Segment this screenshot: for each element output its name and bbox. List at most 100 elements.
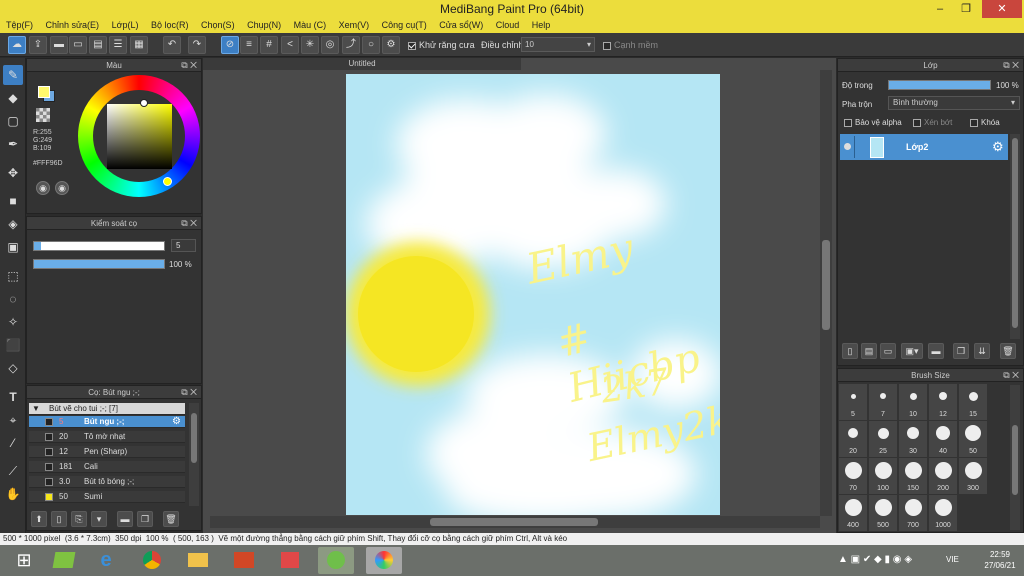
brush-size-preset[interactable]: 100	[869, 458, 897, 494]
brush-size-preset[interactable]: 70	[839, 458, 867, 494]
chat-icon[interactable]: ▬	[50, 36, 68, 54]
blend-mode-select[interactable]: Bình thường ▾	[888, 96, 1020, 110]
brush-opacity-slider[interactable]	[33, 259, 165, 269]
layer-opacity-slider[interactable]	[888, 80, 991, 90]
clock[interactable]: 22:59 27/06/21	[980, 549, 1020, 571]
folder-icon[interactable]: ▬	[117, 511, 133, 527]
presentation-app-icon[interactable]	[226, 547, 262, 574]
brush-settings-icon[interactable]: ⚙	[172, 416, 181, 428]
brush-list-item[interactable]: 20 Tô mờ nhạt	[29, 431, 185, 443]
brush-size-value[interactable]: 5	[171, 239, 196, 252]
export-icon[interactable]: ⇪	[29, 36, 47, 54]
layer-add-menu-icon[interactable]: ▣▾	[901, 343, 923, 359]
no-snap-icon[interactable]: ⊘	[221, 36, 239, 54]
brush-size-preset[interactable]: 40	[929, 421, 957, 457]
transparent-swatch[interactable]	[36, 108, 50, 122]
layer-settings-icon[interactable]: ⚙	[992, 139, 1004, 155]
select-eraser-tool-icon[interactable]: ◇	[3, 358, 23, 378]
layer-row[interactable]: Lớp2 ⚙	[840, 134, 1008, 160]
brush-group-icon[interactable]: ▾	[91, 511, 107, 527]
layer-scrollbar[interactable]	[1010, 134, 1020, 339]
brush-size-preset[interactable]: 50	[959, 421, 987, 457]
saturation-value-square[interactable]	[107, 104, 172, 169]
trash-icon[interactable]: 🗑	[163, 511, 179, 527]
text-tool-icon[interactable]: T	[3, 387, 23, 407]
foreground-color-swatch[interactable]	[38, 86, 50, 98]
windows-start-icon[interactable]: ⊞	[6, 547, 42, 574]
minimize-button[interactable]: –	[928, 0, 952, 18]
menu-tools[interactable]: Công cụ(T)	[376, 18, 427, 30]
duplicate-icon[interactable]: ❐	[137, 511, 153, 527]
soft-edge-checkbox[interactable]	[603, 41, 611, 50]
menu-view[interactable]: Xem(V)	[333, 18, 370, 30]
menu-window[interactable]: Cửa sổ(W)	[433, 18, 483, 30]
bucket-tool-icon[interactable]: ◈	[3, 214, 23, 234]
bluestacks-icon[interactable]	[46, 547, 82, 574]
layer-folder-icon[interactable]: ▬	[928, 343, 944, 359]
menu-help[interactable]: Help	[526, 18, 551, 30]
new-layer-1bit-icon[interactable]: ▭	[880, 343, 896, 359]
lasso-tool-icon[interactable]: ◌	[3, 289, 23, 309]
brush-list-item[interactable]: 50 Sumi	[29, 491, 185, 503]
layer-delete-icon[interactable]: 🗑	[1000, 343, 1016, 359]
collapse-icon[interactable]: ▼	[32, 403, 40, 415]
brush-list-item[interactable]: 181 Cali	[29, 461, 185, 473]
brush-size-preset[interactable]: 500	[869, 495, 897, 531]
adjust-select[interactable]: 10 ▾	[521, 37, 595, 52]
color-marker[interactable]	[163, 177, 172, 186]
new-layer-8bit-icon[interactable]: ▤	[861, 343, 877, 359]
brush-size-preset[interactable]: 10	[899, 384, 927, 420]
brush-add-icon[interactable]: ⬆	[31, 511, 47, 527]
circle-snap-icon[interactable]: ○	[362, 36, 380, 54]
move-tool-icon[interactable]: ✥	[3, 163, 23, 183]
close-icon[interactable]: ⧉ ✕	[181, 59, 197, 72]
hue-marker[interactable]	[140, 99, 148, 107]
input-language[interactable]: VIE	[946, 555, 959, 564]
close-icon[interactable]: ⧉ ✕	[1003, 59, 1019, 72]
drawing-canvas[interactable]: Elmy # Hiicbp 2k7 Elmy2k7	[346, 74, 720, 515]
antialias-checkbox[interactable]	[408, 41, 416, 50]
curve-snap-icon[interactable]: ⤴	[342, 36, 360, 54]
select-rect-tool-icon[interactable]: ⬚	[3, 266, 23, 286]
menu-edit[interactable]: Chỉnh sửa(E)	[40, 18, 100, 30]
game-app-icon[interactable]	[272, 547, 308, 574]
parallel-snap-icon[interactable]: ≡	[240, 36, 258, 54]
divide-tool-icon[interactable]: ⁄	[3, 433, 23, 453]
green-app-icon[interactable]	[318, 547, 354, 574]
brush-new-icon[interactable]: ▯	[51, 511, 67, 527]
close-icon[interactable]: ⧉ ✕	[1003, 369, 1019, 382]
brush-list-item[interactable]: 3.0 Bút tô bóng ;-;	[29, 476, 185, 488]
brush-size-preset[interactable]: 12	[929, 384, 957, 420]
canvas-horizontal-scrollbar[interactable]	[210, 516, 820, 528]
internet-explorer-icon[interactable]: e	[88, 547, 124, 574]
brush-copy-icon[interactable]: ⎘	[71, 511, 87, 527]
eyedropper-tool-icon[interactable]: ⟋	[3, 461, 23, 481]
magic-wand-tool-icon[interactable]: ✧	[3, 312, 23, 332]
rectangle-tool-icon[interactable]: ▢	[3, 111, 23, 131]
brush-size-preset[interactable]: 5	[839, 384, 867, 420]
soft-edge-toggle[interactable]: Cạnh mềm	[603, 40, 658, 50]
select-pen-tool-icon[interactable]: ⬛	[3, 335, 23, 355]
close-button[interactable]: ✕	[982, 0, 1022, 18]
palette-add-icon[interactable]: ◉	[55, 181, 69, 195]
brush-size-scrollbar[interactable]	[1010, 385, 1020, 530]
brush-list-item[interactable]: 12 Pen (Sharp)	[29, 446, 185, 458]
close-icon[interactable]: ⧉ ✕	[181, 217, 197, 230]
brush-size-preset[interactable]: 7	[869, 384, 897, 420]
document-icon[interactable]: ▤	[89, 36, 107, 54]
canvas-vertical-scrollbar[interactable]	[820, 70, 832, 516]
clipping-toggle[interactable]: Xén bớt	[913, 118, 952, 127]
menu-cloud[interactable]: Cloud	[490, 18, 520, 30]
brush-list-item[interactable]: 5 Bút ngu ;-; ⚙	[29, 416, 185, 428]
lock-checkbox[interactable]	[970, 118, 978, 127]
clipping-checkbox[interactable]	[913, 118, 921, 127]
radial-snap-icon[interactable]: ✳	[301, 36, 319, 54]
crosshatch-snap-icon[interactable]: #	[260, 36, 278, 54]
brush-size-preset[interactable]: 150	[899, 458, 927, 494]
protect-alpha-toggle[interactable]: Bảo vệ alpha	[844, 118, 902, 127]
brush-size-preset[interactable]: 700	[899, 495, 927, 531]
pen-tool-icon[interactable]: ✒	[3, 134, 23, 154]
medibang-taskbar-icon[interactable]	[366, 547, 402, 574]
menu-file[interactable]: Tệp(F)	[0, 18, 33, 30]
visibility-icon[interactable]	[844, 143, 851, 150]
